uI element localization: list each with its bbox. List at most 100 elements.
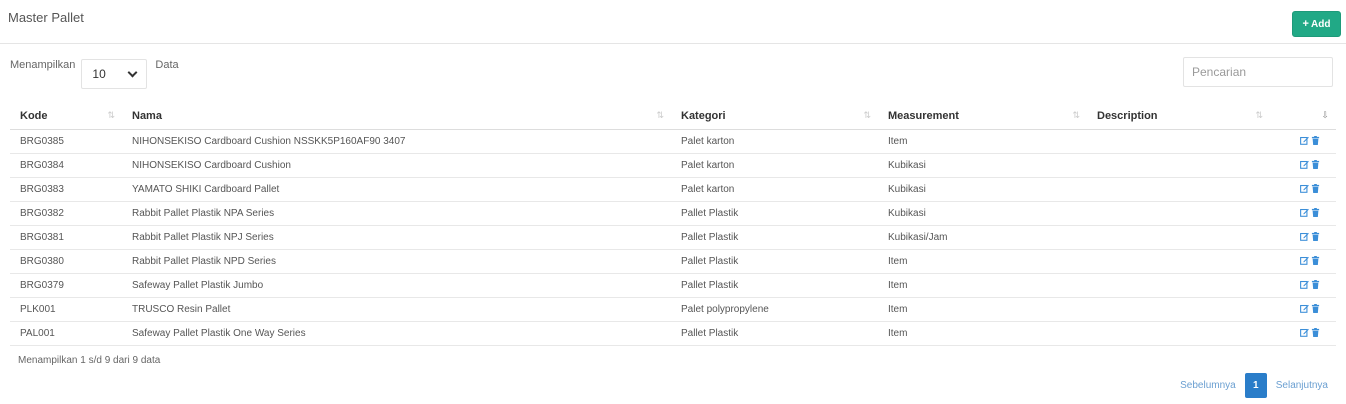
table-row: BRG0382 Rabbit Pallet Plastik NPA Series P… [10,201,1336,226]
cell-kode: BRG0385 [10,129,122,154]
cell-kode: BRG0379 [10,273,122,298]
add-button[interactable]: + Add [1292,11,1341,37]
pallet-table: Kode ⇅ Nama ⇅ Kategori ⇅ Measurement ⇅ Descr… [10,103,1336,346]
column-header-kategori[interactable]: Kategori ⇅ [671,103,878,130]
search-input[interactable] [1183,57,1333,87]
cell-actions [1270,153,1336,178]
trash-icon[interactable] [1311,232,1320,242]
table-row: PAL001 Safeway Pallet Plastik One Way Ser… [10,321,1336,346]
table-row: PLK001 TRUSCO Resin Pallet Palet polypropy… [10,297,1336,322]
sort-icon: ⇩ [1321,110,1328,120]
sort-icon: ⇅ [656,110,663,120]
cell-kategori: Pallet Plastik [671,321,878,346]
table-row: BRG0381 Rabbit Pallet Plastik NPJ Series P… [10,225,1336,250]
cell-description [1087,249,1270,274]
length-suffix: Data [155,59,179,71]
cell-measurement: Kubikasi [878,201,1087,226]
cell-kode: PAL001 [10,321,122,346]
cell-nama: Rabbit Pallet Plastik NPA Series [122,201,671,226]
cell-kategori: Pallet Plastik [671,273,878,298]
column-header-measurement[interactable]: Measurement ⇅ [878,103,1087,130]
sort-icon: ⇅ [863,110,870,120]
cell-nama: TRUSCO Resin Pallet [122,297,671,322]
page-header: Master Pallet + Add [0,0,1346,44]
trash-icon[interactable] [1311,160,1320,170]
cell-nama: Safeway Pallet Plastik One Way Series [122,321,671,346]
table-body: BRG0385 NIHONSEKISO Cardboard Cushion NSS… [10,129,1336,346]
sort-icon: ⇅ [1255,110,1262,120]
table-header-row: Kode ⇅ Nama ⇅ Kategori ⇅ Measurement ⇅ Descr… [10,103,1336,130]
cell-measurement: Kubikasi [878,177,1087,202]
pagination-page-current[interactable]: 1 [1244,373,1267,398]
table-row: BRG0379 Safeway Pallet Plastik Jumbo Palle… [10,273,1336,298]
add-button-label: Add [1310,18,1331,30]
trash-icon[interactable] [1311,184,1320,194]
cell-measurement: Item [878,297,1087,322]
cell-description [1087,273,1270,298]
cell-kategori: Palet karton [671,153,878,178]
cell-kode: BRG0383 [10,177,122,202]
cell-description [1087,153,1270,178]
cell-actions [1270,201,1336,226]
cell-kategori: Palet karton [671,129,878,154]
cell-measurement: Kubikasi [878,153,1087,178]
edit-icon[interactable] [1300,328,1309,338]
table-row: BRG0383 YAMATO SHIKI Cardboard Pallet Pale… [10,177,1336,202]
page-length-control: Menampilkan 10 Data [10,59,179,89]
edit-icon[interactable] [1300,208,1309,218]
cell-description [1087,297,1270,322]
page-length-value: 10 [92,67,106,81]
trash-icon[interactable] [1311,208,1320,218]
cell-measurement: Item [878,129,1087,154]
cell-kode: BRG0382 [10,201,122,226]
cell-nama: NIHONSEKISO Cardboard Cushion [122,153,671,178]
table-info: Menampilkan 1 s/d 9 dari 9 data [18,355,161,366]
table-row: BRG0384 NIHONSEKISO Cardboard Cushion Pale… [10,153,1336,178]
table-row: BRG0385 NIHONSEKISO Cardboard Cushion NSS… [10,129,1336,154]
column-header-actions[interactable]: ⇩ [1270,103,1336,130]
edit-icon[interactable] [1300,136,1309,146]
length-prefix: Menampilkan [10,59,76,71]
cell-description [1087,321,1270,346]
cell-kategori: Palet polypropylene [671,297,878,322]
cell-kategori: Palet karton [671,177,878,202]
edit-icon[interactable] [1300,184,1309,194]
cell-description [1087,177,1270,202]
sort-icon: ⇅ [1072,110,1079,120]
cell-kategori: Pallet Plastik [671,225,878,250]
cell-actions [1270,177,1336,202]
cell-kode: BRG0384 [10,153,122,178]
trash-icon[interactable] [1311,328,1320,338]
column-header-description[interactable]: Description ⇅ [1087,103,1270,130]
cell-kategori: Pallet Plastik [671,249,878,274]
cell-actions [1270,297,1336,322]
cell-description [1087,225,1270,250]
cell-nama: Safeway Pallet Plastik Jumbo [122,273,671,298]
edit-icon[interactable] [1300,304,1309,314]
pagination-prev[interactable]: Sebelumnya [1180,380,1236,391]
edit-icon[interactable] [1300,160,1309,170]
cell-kode: BRG0380 [10,249,122,274]
cell-kategori: Pallet Plastik [671,201,878,226]
cell-actions [1270,129,1336,154]
column-header-kode[interactable]: Kode ⇅ [10,103,122,130]
cell-actions [1270,273,1336,298]
cell-nama: Rabbit Pallet Plastik NPJ Series [122,225,671,250]
trash-icon[interactable] [1311,136,1320,146]
edit-icon[interactable] [1300,232,1309,242]
sort-icon: ⇅ [107,110,114,120]
trash-icon[interactable] [1311,256,1320,266]
pagination-next[interactable]: Selanjutnya [1276,380,1328,391]
trash-icon[interactable] [1311,280,1320,290]
cell-nama: YAMATO SHIKI Cardboard Pallet [122,177,671,202]
trash-icon[interactable] [1311,304,1320,314]
chevron-down-icon [127,67,138,77]
edit-icon[interactable] [1300,280,1309,290]
cell-nama: NIHONSEKISO Cardboard Cushion NSSKK5P160… [122,129,671,154]
column-header-nama[interactable]: Nama ⇅ [122,103,671,130]
cell-actions [1270,249,1336,274]
cell-nama: Rabbit Pallet Plastik NPD Series [122,249,671,274]
cell-description [1087,129,1270,154]
page-length-select[interactable]: 10 [81,59,148,89]
edit-icon[interactable] [1300,256,1309,266]
